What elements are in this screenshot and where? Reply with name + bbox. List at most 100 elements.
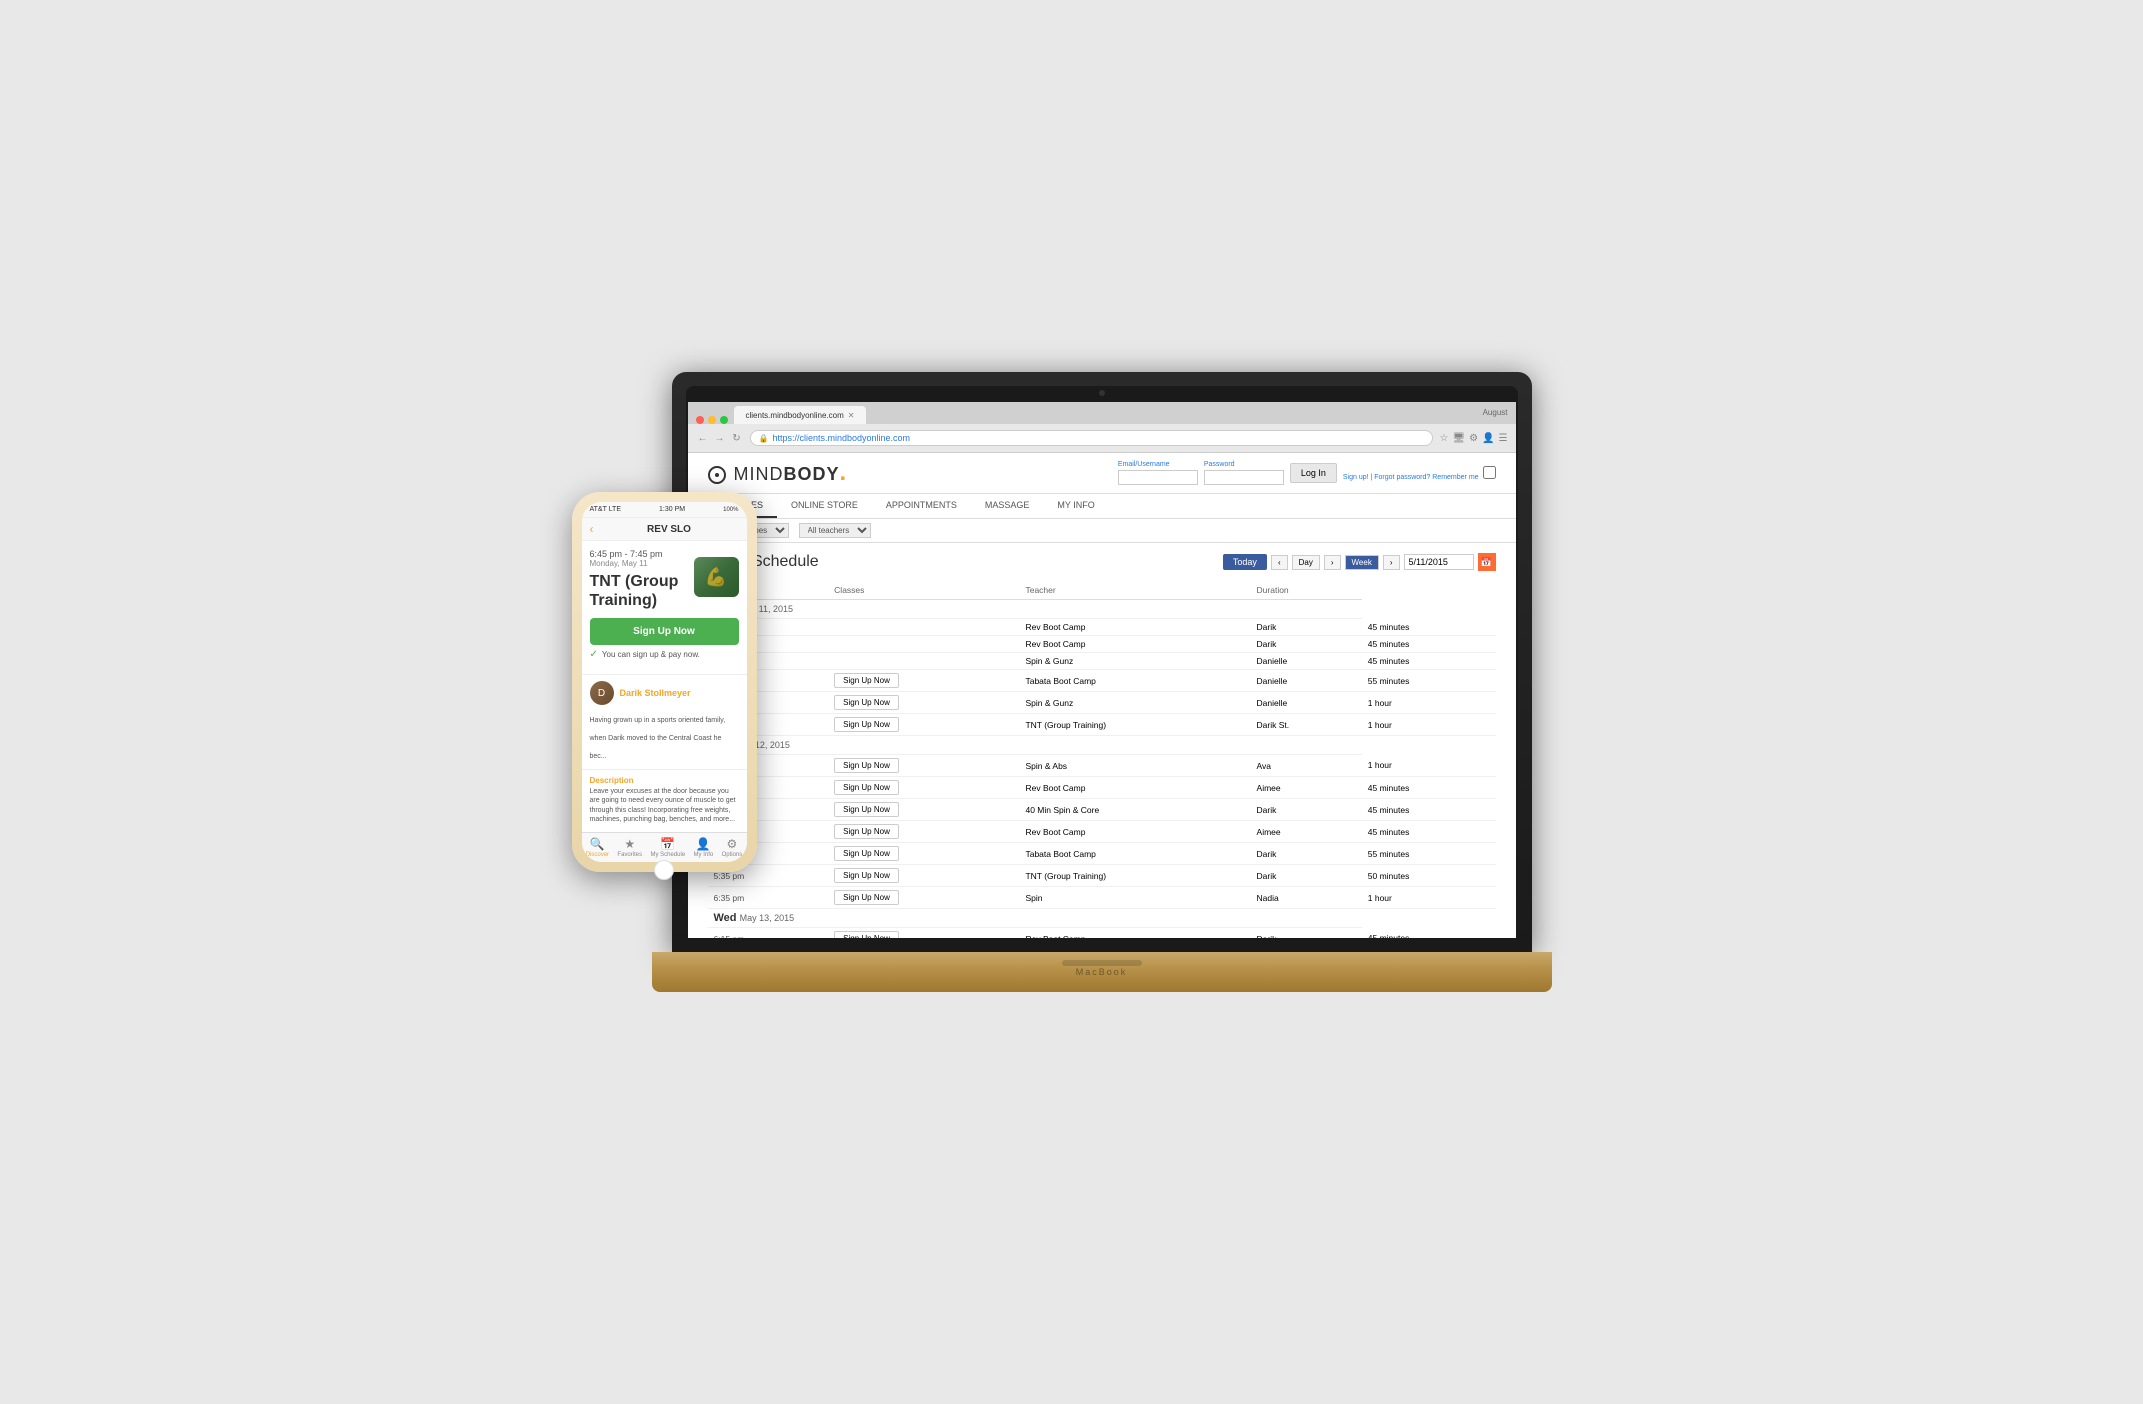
monitor-icon: 🖥 (1452, 433, 1465, 444)
signup-cell: Sign Up Now (828, 865, 1019, 887)
class-duration: 45 minutes (1362, 777, 1496, 799)
signup-button[interactable]: Sign Up Now (834, 846, 899, 861)
thumbnail-image: 💪 (694, 557, 739, 597)
phone-divider (582, 674, 747, 675)
signup-button[interactable]: Sign Up Now (834, 780, 899, 795)
class-duration: 1 hour (1362, 887, 1496, 909)
table-row: 12:15 pmRev Boot CampDarik45 minutes (708, 636, 1496, 653)
checkmark-icon: ✓ (590, 649, 598, 660)
phone-nav-favorites[interactable]: ★ Favorites (617, 837, 642, 858)
filter-bar: All class types All teachers (688, 519, 1516, 543)
week-btn[interactable]: Week (1345, 555, 1379, 570)
favorites-icon: ★ (624, 837, 635, 851)
teacher-name: Danielle (1251, 653, 1362, 670)
signup-button[interactable]: Sign Up Now (834, 931, 899, 938)
phone-signup-button[interactable]: Sign Up Now (590, 618, 739, 645)
class-name: Rev Boot Camp (1019, 619, 1250, 636)
phone-home-button[interactable] (654, 860, 674, 880)
signup-button[interactable]: Sign Up Now (834, 824, 899, 839)
col-duration: Duration (1251, 581, 1362, 600)
maximize-window-btn[interactable] (720, 416, 728, 424)
signup-button[interactable]: Sign Up Now (834, 717, 899, 732)
table-row: 6:45 pmSign Up NowTNT (Group Training)Da… (708, 714, 1496, 736)
phone-nav-options[interactable]: ⚙ Options (722, 837, 743, 858)
date-input[interactable] (1404, 554, 1474, 570)
table-row: 5:35 pmSign Up NowSpin & GunzDanielle1 h… (708, 692, 1496, 714)
phone-nav-schedule[interactable]: 📅 My Schedule (650, 837, 685, 858)
signup-button[interactable]: Sign Up Now (834, 802, 899, 817)
signup-cell: Sign Up Now (828, 755, 1019, 777)
class-duration: 50 minutes (1362, 865, 1496, 887)
prev-btn[interactable]: ‹ (1271, 555, 1288, 570)
day-btn[interactable]: Day (1292, 555, 1320, 570)
password-input[interactable] (1204, 470, 1284, 485)
close-window-btn[interactable] (696, 416, 704, 424)
teacher-name: Darik St. (1251, 714, 1362, 736)
forgot-link[interactable]: Forgot password? (1374, 474, 1430, 481)
ssl-lock-icon: 🔒 (759, 434, 769, 443)
signup-cell: Sign Up Now (828, 714, 1019, 736)
phone-nav-myinfo[interactable]: 👤 My Info (694, 837, 714, 858)
signup-button[interactable]: Sign Up Now (834, 695, 899, 710)
signup-link[interactable]: Sign up! (1343, 474, 1369, 481)
class-name: 40 Min Spin & Core (1019, 799, 1250, 821)
forward-btn[interactable]: → (713, 431, 727, 445)
login-links: Sign up! | Forgot password? Remember me (1343, 466, 1496, 481)
day-header: Tue May 12, 2015 (708, 736, 1362, 755)
mindbody-logo: MINDBODY. (708, 459, 848, 487)
phone-nav-discover[interactable]: 🔍 Discover (586, 837, 609, 858)
class-name: Rev Boot Camp (1019, 777, 1250, 799)
phone-description-label: Description (582, 776, 747, 785)
minimize-window-btn[interactable] (708, 416, 716, 424)
tab-title: clients.mindbodyonline.com (746, 411, 844, 420)
teacher-name: Darik (1251, 799, 1362, 821)
signup-button[interactable]: Sign Up Now (834, 758, 899, 773)
next-btn[interactable]: › (1324, 555, 1341, 570)
signup-button[interactable]: Sign Up Now (834, 890, 899, 905)
bookmark-icon: ☆ (1439, 433, 1448, 444)
nav-massage[interactable]: MASSAGE (971, 494, 1044, 518)
reload-btn[interactable]: ↻ (730, 431, 744, 445)
next-week-btn[interactable]: › (1383, 555, 1400, 570)
tab-close-icon[interactable]: ✕ (848, 411, 855, 420)
menu-icon: ☰ (1499, 433, 1508, 444)
teacher-name: Aimee (1251, 821, 1362, 843)
discover-icon: 🔍 (590, 837, 605, 851)
email-input[interactable] (1118, 470, 1198, 485)
nav-online-store[interactable]: ONLINE STORE (777, 494, 872, 518)
teachers-filter[interactable]: All teachers (799, 523, 871, 538)
class-duration: 1 hour (1362, 755, 1496, 777)
remember-checkbox[interactable] (1483, 466, 1496, 479)
browser-tab[interactable]: clients.mindbodyonline.com ✕ (734, 406, 867, 424)
phone-carrier: AT&T LTE (590, 506, 622, 513)
nav-my-info[interactable]: MY INFO (1043, 494, 1108, 518)
class-name: Rev Boot Camp (1019, 821, 1250, 843)
class-name: Spin & Abs (1019, 755, 1250, 777)
carrier-text: AT&T LTE (590, 506, 622, 513)
signup-button[interactable]: Sign Up Now (834, 673, 899, 688)
class-name: TNT (Group Training) (1019, 865, 1250, 887)
signup-cell: Sign Up Now (828, 799, 1019, 821)
profile-icon: 👤 (1482, 433, 1494, 444)
nav-appointments[interactable]: APPOINTMENTS (872, 494, 971, 518)
laptop-body: August clients.mindbodyonline.com ✕ (672, 372, 1532, 952)
phone-inner: AT&T LTE 1:30 PM 100% ‹ REV SLO 💪 6: (582, 502, 747, 862)
schedule-table: Start time Classes Teacher Duration Mon … (708, 581, 1496, 938)
class-name: TNT (Group Training) (1019, 714, 1250, 736)
options-icon: ⚙ (727, 837, 738, 851)
back-arrow-icon[interactable]: ‹ (590, 522, 594, 536)
today-button[interactable]: Today (1223, 554, 1267, 570)
signup-button[interactable]: Sign Up Now (834, 868, 899, 883)
teacher-name: Danielle (1251, 670, 1362, 692)
login-button[interactable]: Log In (1290, 463, 1337, 483)
laptop-brand: MacBook (1076, 967, 1128, 977)
email-label: Email/Username (1118, 461, 1198, 468)
class-name: Rev Boot Camp (1019, 928, 1250, 939)
instructor-name[interactable]: Darik Stollmeyer (620, 688, 691, 698)
teacher-name: Darik (1251, 619, 1362, 636)
address-bar[interactable]: 🔒 https://clients.mindbodyonline.com (750, 430, 1434, 446)
calendar-icon[interactable]: 📅 (1478, 553, 1496, 571)
instructor-avatar: D (590, 681, 614, 705)
class-duration: 45 minutes (1362, 821, 1496, 843)
back-btn[interactable]: ← (696, 431, 710, 445)
